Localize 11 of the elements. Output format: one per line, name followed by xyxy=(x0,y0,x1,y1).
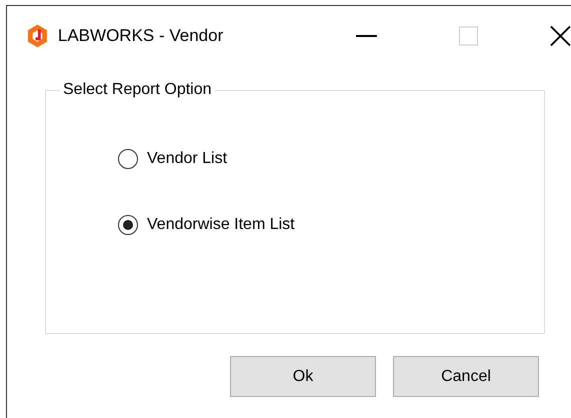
radio-label[interactable]: Vendorwise Item List xyxy=(147,213,295,237)
app-logo-icon xyxy=(27,23,48,49)
window-title: LABWORKS - Vendor xyxy=(58,25,224,48)
ok-button[interactable]: Ok xyxy=(230,356,376,397)
cancel-button[interactable]: Cancel xyxy=(393,356,539,397)
close-icon[interactable] xyxy=(550,25,571,47)
radio-button[interactable] xyxy=(118,149,138,169)
radio-label[interactable]: Vendor List xyxy=(147,147,228,171)
group-title: Select Report Option xyxy=(62,80,213,100)
radio-button[interactable] xyxy=(118,215,138,235)
minimize-icon[interactable] xyxy=(356,34,378,38)
